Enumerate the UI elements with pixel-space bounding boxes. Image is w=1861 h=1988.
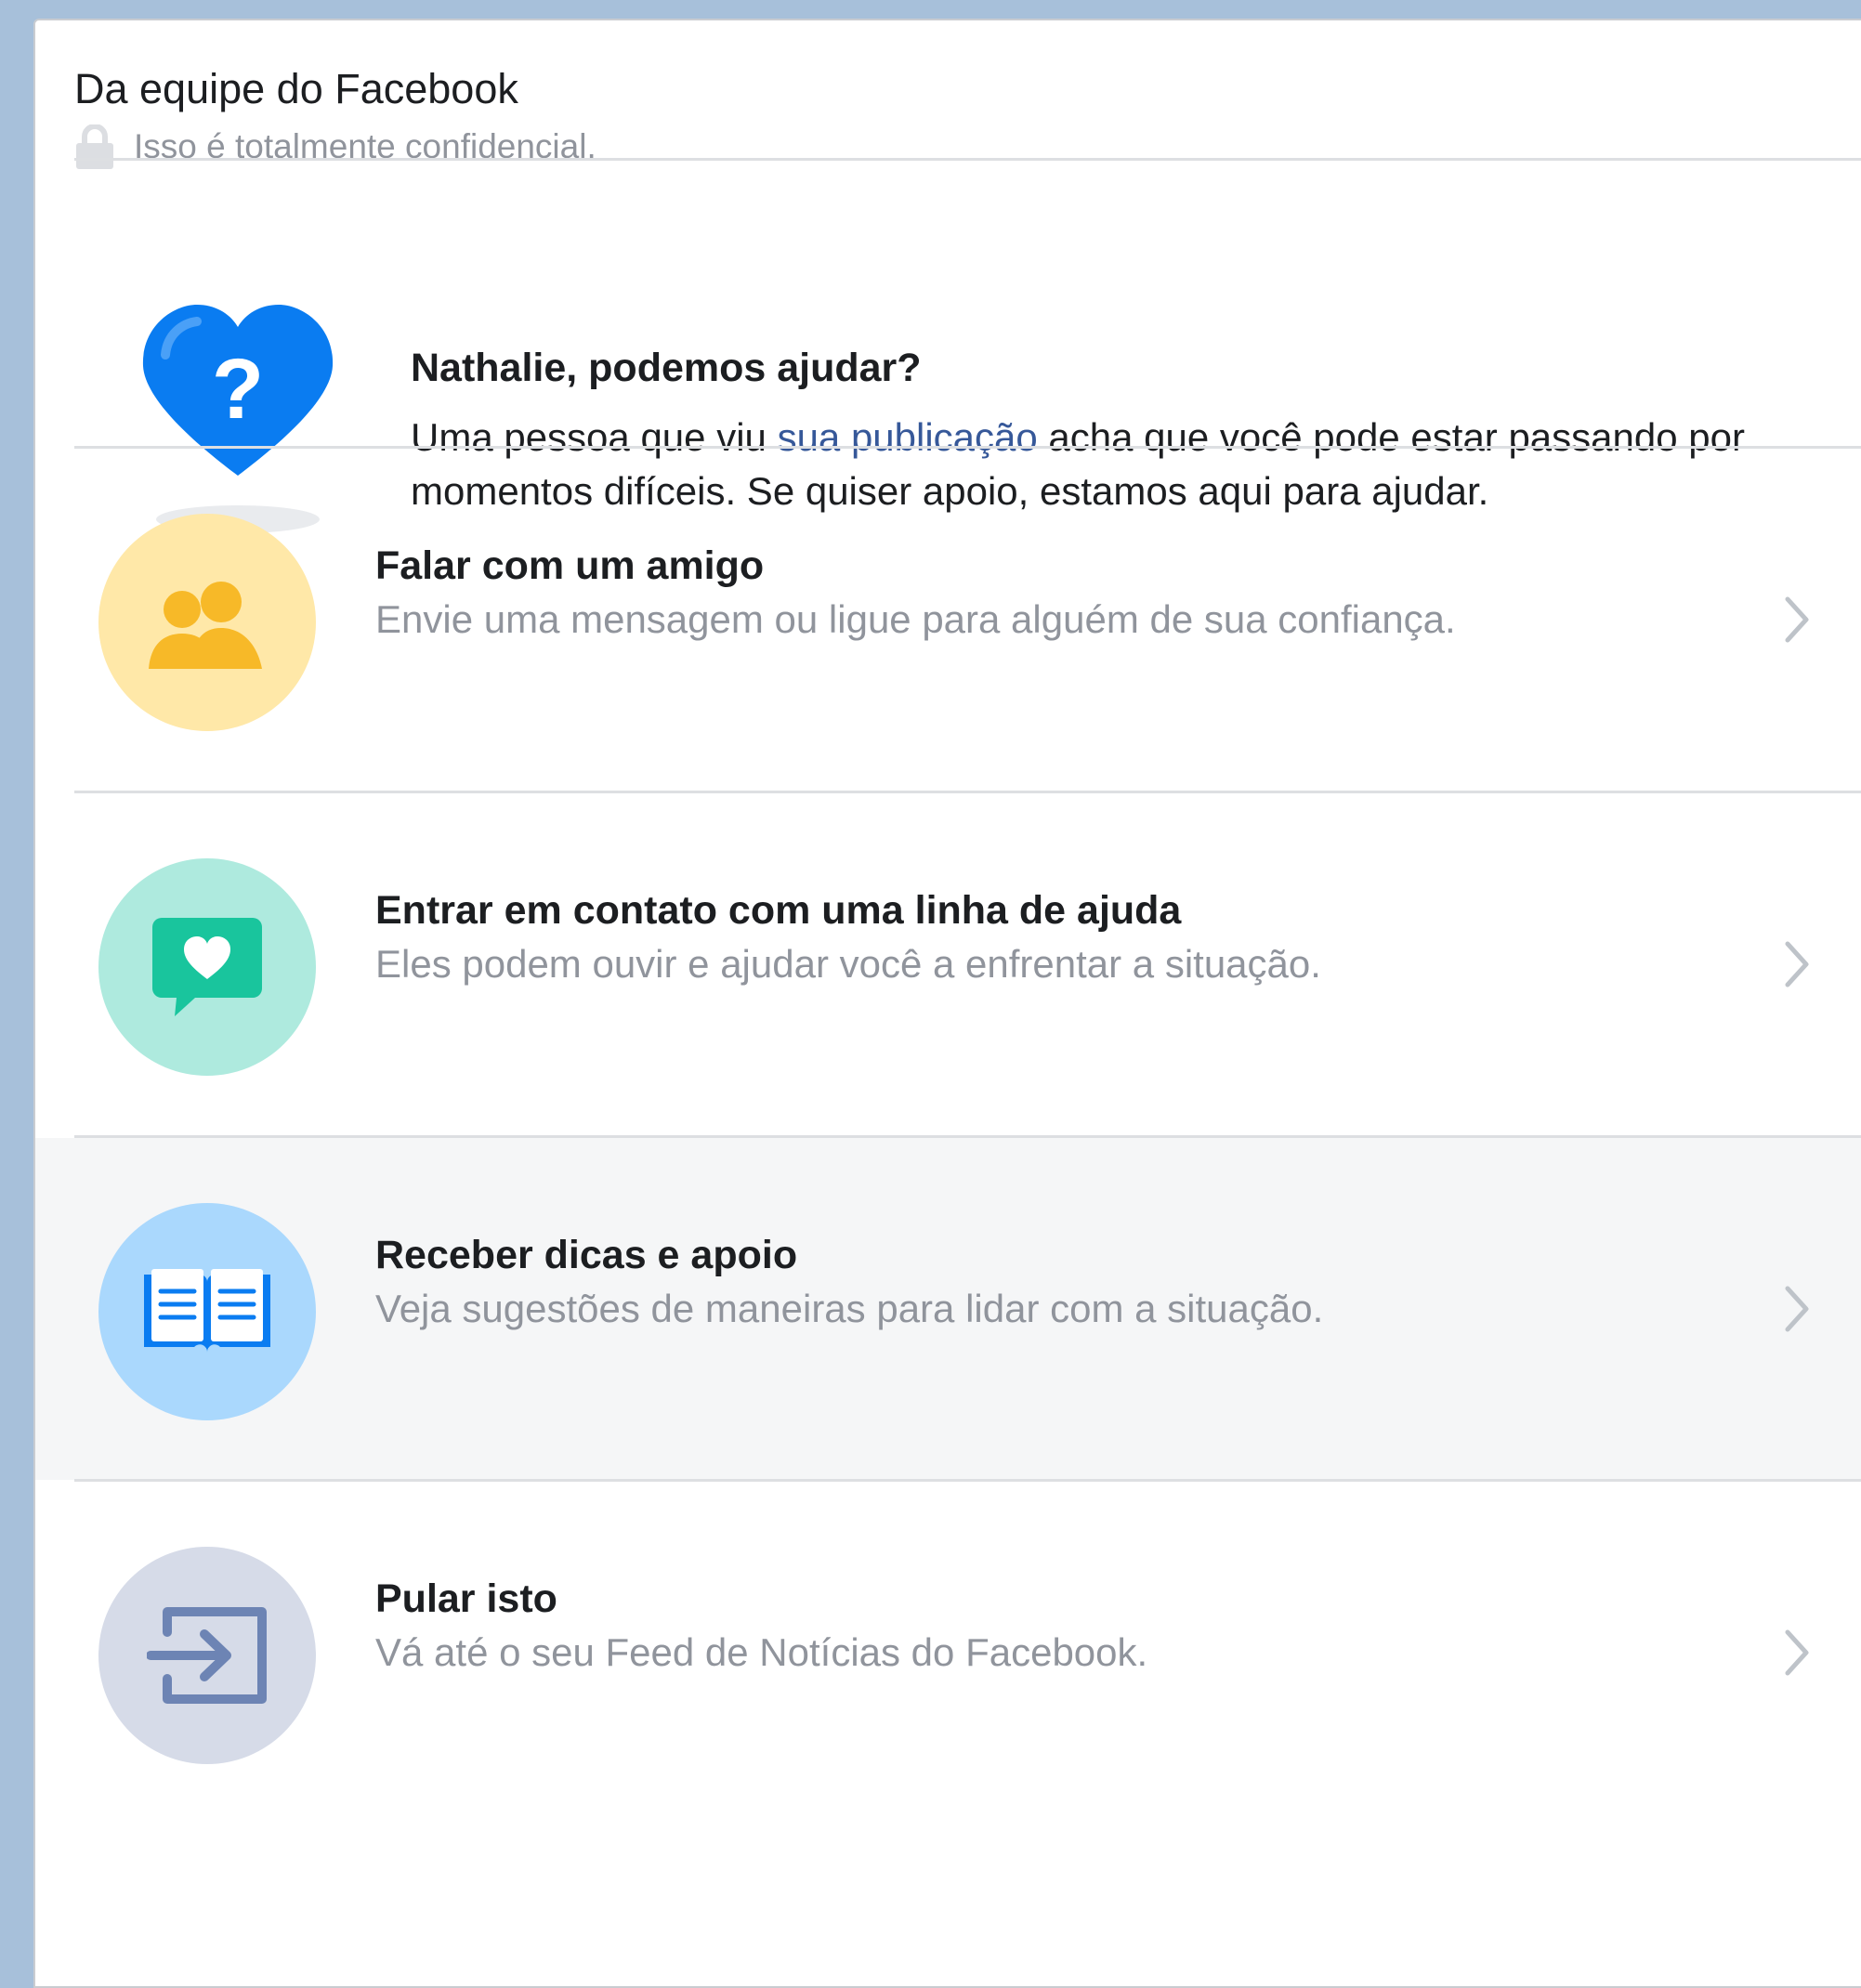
svg-text:?: ?: [212, 342, 264, 437]
option-icon-circle: [98, 514, 316, 731]
support-card: Da equipe do Facebook Isso é totalmente …: [33, 19, 1861, 1988]
option-description: Veja sugestões de maneiras para lidar co…: [375, 1287, 1324, 1330]
option-description: Eles podem ouvir e ajudar você a enfrent…: [375, 942, 1321, 986]
book-icon: [144, 1269, 270, 1353]
option-talk-to-friend[interactable]: Falar com um amigo Envie uma mensagem ou…: [35, 449, 1861, 791]
chevron-right-icon: [1785, 1286, 1809, 1332]
option-contact-helpline[interactable]: Entrar em contato com uma linha de ajuda…: [35, 793, 1861, 1135]
divider: [74, 158, 1861, 161]
chevron-right-icon: [1785, 1629, 1809, 1676]
friends-icon: [149, 582, 262, 669]
option-description: Envie uma mensagem ou ligue para alguém …: [375, 597, 1456, 641]
option-title: Receber dicas e apoio: [375, 1233, 798, 1277]
chevron-right-icon: [1785, 941, 1809, 987]
chat-heart-icon: [152, 918, 262, 1016]
card-header-title: Da equipe do Facebook: [74, 65, 518, 112]
option-title: Pular isto: [375, 1576, 557, 1621]
option-tips-and-support[interactable]: Receber dicas e apoio Veja sugestões de …: [35, 1138, 1861, 1480]
option-title: Falar com um amigo: [375, 543, 765, 588]
option-description: Vá até o seu Feed de Notícias do Faceboo…: [375, 1630, 1148, 1674]
option-icon-circle: [98, 858, 316, 1076]
intro-title: Nathalie, podemos ajudar?: [411, 346, 922, 390]
option-icon-circle: [98, 1203, 316, 1420]
option-icon-circle: [98, 1547, 316, 1764]
lock-icon: [76, 124, 113, 169]
confidential-notice: Isso é totalmente confidencial.: [74, 121, 596, 173]
option-skip[interactable]: Pular isto Vá até o seu Feed de Notícias…: [35, 1482, 1861, 1824]
chevron-right-icon: [1785, 596, 1809, 643]
exit-arrow-icon: [147, 1607, 267, 1704]
option-title: Entrar em contato com uma linha de ajuda: [375, 888, 1182, 933]
